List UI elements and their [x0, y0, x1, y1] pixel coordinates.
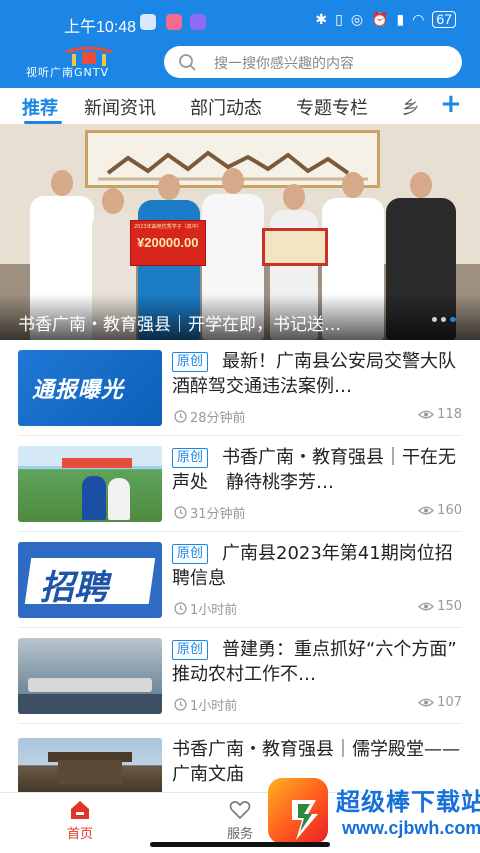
carousel-dot[interactable]	[432, 317, 437, 322]
news-thumbnail: 通报曝光	[18, 350, 162, 426]
clock-icon	[174, 698, 187, 711]
mute-icon: ◎	[350, 11, 364, 28]
category-tabs: 推荐 新闻资讯 部门动态 专题专栏 乡 +	[0, 88, 480, 124]
eye-icon	[418, 698, 435, 707]
news-time: 1小时前	[174, 599, 237, 618]
news-time: 1小时前	[174, 695, 237, 714]
news-thumbnail	[18, 638, 162, 714]
carousel-dot-active[interactable]	[450, 317, 456, 322]
eye-icon	[418, 602, 435, 611]
news-thumbnail	[18, 446, 162, 522]
bluetooth-icon: ✱	[315, 11, 328, 28]
news-item[interactable]: 原创 普建勇：重点抓好“六个方面” 推动农村工作不… 1小时前 107	[0, 628, 480, 724]
logo-mark-icon	[65, 46, 113, 66]
news-time: 31分钟前	[174, 503, 246, 522]
carousel-dot[interactable]	[441, 317, 446, 322]
tab-news[interactable]: 新闻资讯	[84, 94, 156, 120]
news-views: 107	[418, 695, 462, 710]
banner-carousel[interactable]: 2023年曲苑优秀学子（高中） ¥20000.00 书香广南・教育强县｜开学在即…	[0, 124, 480, 340]
news-thumbnail	[18, 738, 162, 792]
clock-icon	[174, 410, 187, 423]
news-views: 150	[418, 599, 462, 614]
clock-icon	[174, 506, 187, 519]
prize-check-board: 2023年曲苑优秀学子（高中） ¥20000.00	[130, 220, 206, 266]
home-icon	[71, 801, 89, 819]
notification-app-icon	[166, 14, 182, 30]
news-item[interactable]: 通报曝光 原创 最新！广南县公安局交警大队酒醉驾交通违法案例… 28分钟前 11…	[0, 340, 480, 436]
watermark-logo-icon	[268, 778, 328, 844]
news-title: 普建勇：重点抓好“六个方面” 推动农村工作不…	[172, 639, 475, 685]
clock-icon	[174, 602, 187, 615]
download-site-watermark: 超级棒下载站 www.cjbwh.com	[262, 770, 480, 853]
eye-icon	[418, 506, 435, 515]
status-time: 上午10:48	[64, 19, 137, 36]
news-views: 160	[418, 503, 462, 518]
news-title: 书香广南・教育强县｜干在无声处 静待桃李芳…	[172, 447, 456, 493]
status-bar: 上午10:48 ✱ ▯ ◎ ⏰ ▮ ◠ 67	[0, 0, 480, 44]
news-views: 118	[418, 407, 462, 422]
search-placeholder: 搜一搜你感兴趣的内容	[214, 56, 354, 72]
logo-text: 视听广南GNTV	[26, 66, 109, 79]
tab-department[interactable]: 部门动态	[190, 94, 262, 120]
news-item[interactable]: 原创 书香广南・教育强县｜干在无声处 静待桃李芳… 31分钟前 160	[0, 436, 480, 532]
notification-app-icon	[140, 14, 156, 30]
certificate	[262, 228, 328, 266]
search-icon	[179, 54, 196, 71]
heart-icon	[229, 801, 251, 820]
news-title: 广南县2023年第41期岗位招聘信息	[172, 543, 453, 589]
add-tab-button[interactable]: +	[440, 90, 462, 118]
tab-special[interactable]: 专题专栏	[296, 94, 368, 120]
notification-app-icon	[190, 14, 206, 30]
carousel-dots	[432, 317, 456, 322]
news-time: 28分钟前	[174, 407, 246, 426]
home-indicator	[150, 842, 330, 847]
news-title: 最新！广南县公安局交警大队酒醉驾交通违法案例…	[172, 351, 456, 397]
app-header: 上午10:48 ✱ ▯ ◎ ⏰ ▮ ◠ 67 视听广南GNTV 搜一搜你感兴趣的…	[0, 0, 480, 88]
check-amount: ¥20000.00	[137, 235, 199, 250]
alarm-icon: ⏰	[371, 11, 389, 28]
eye-icon	[418, 410, 435, 419]
app-logo[interactable]: 视听广南GNTV	[26, 46, 152, 80]
tab-recommend[interactable]: 推荐	[22, 94, 58, 120]
nav-service[interactable]: 服务	[210, 799, 270, 842]
status-icons: ✱ ▯ ◎ ⏰ ▮ ◠ 67	[315, 11, 456, 28]
news-thumbnail: 招聘	[18, 542, 162, 618]
news-item[interactable]: 招聘 原创 广南县2023年第41期岗位招聘信息 1小时前 150	[0, 532, 480, 628]
battery-indicator: 67	[432, 11, 456, 28]
banner-caption: 书香广南・教育强县｜开学在即，书记送…	[18, 315, 341, 335]
search-input[interactable]: 搜一搜你感兴趣的内容	[164, 46, 462, 78]
vibrate-icon: ▯	[335, 11, 343, 28]
wifi-icon: ◠	[412, 11, 425, 28]
signal-icon: ▮	[396, 11, 405, 28]
nav-home[interactable]: 首页	[50, 799, 110, 842]
